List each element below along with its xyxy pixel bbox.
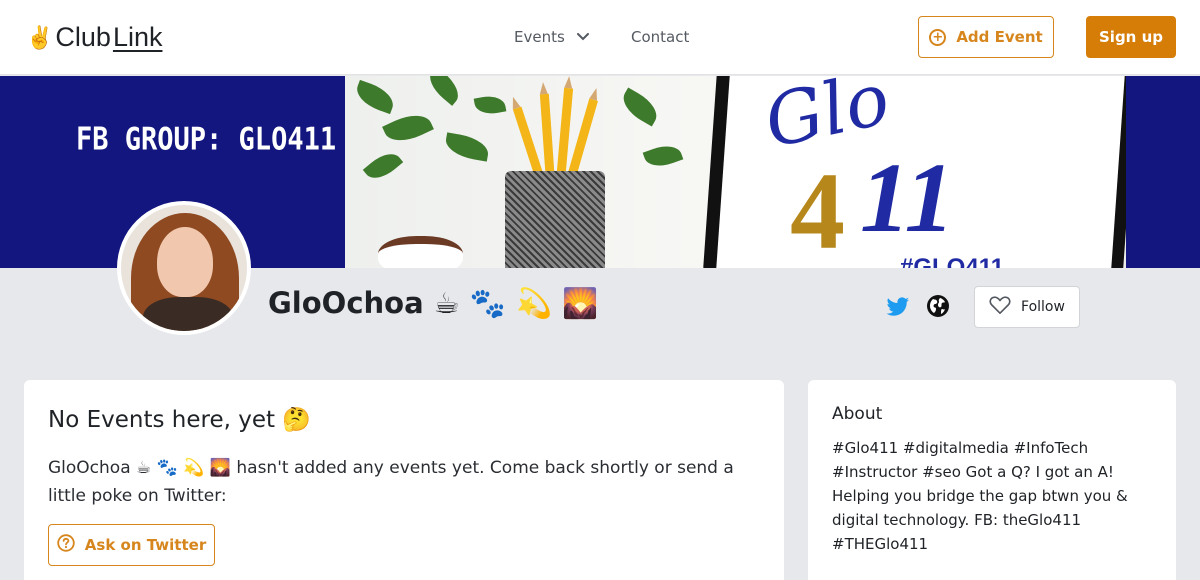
add-event-button[interactable]: + Add Event	[918, 16, 1054, 58]
victory-hand-icon: ✌️	[26, 24, 54, 50]
plant-leaf	[617, 87, 663, 127]
banner-photo: Glo 4 11 #GLO411	[345, 76, 1126, 268]
plus-circle-icon: +	[929, 28, 947, 46]
logo-link-text: Link	[112, 22, 163, 52]
about-card: About #Glo411 #digitalmedia #InfoTech #I…	[808, 380, 1176, 580]
ask-on-twitter-button[interactable]: Ask on Twitter	[48, 524, 215, 566]
events-menu-label: Events	[514, 28, 565, 46]
screen-digit-4: 4	[790, 150, 845, 268]
avatar	[117, 201, 251, 335]
heart-icon	[989, 295, 1011, 319]
avatar-shirt	[143, 297, 233, 331]
sign-up-button[interactable]: Sign up	[1086, 16, 1176, 58]
globe-icon[interactable]	[926, 294, 950, 318]
about-text: #Glo411 #digitalmedia #InfoTech #Instruc…	[832, 439, 1128, 553]
follow-button[interactable]: Follow	[974, 286, 1080, 328]
avatar-photo	[121, 205, 247, 331]
follow-label: Follow	[1021, 299, 1065, 315]
twitter-icon[interactable]	[886, 295, 910, 319]
screen-digits-11: 11	[860, 142, 955, 253]
about-title: About	[832, 404, 883, 424]
ask-on-twitter-label: Ask on Twitter	[84, 536, 207, 554]
logo-club-text: Club	[55, 22, 111, 52]
plant-leaf	[362, 146, 404, 186]
top-nav: ✌️ Club Link Events Contact + Add Event S…	[0, 0, 1200, 75]
banner-fb-group-text: FB GROUP: GLO411	[76, 121, 337, 158]
avatar-face	[157, 227, 213, 297]
plant-leaf	[423, 76, 465, 106]
events-menu[interactable]: Events	[514, 28, 589, 46]
question-circle-icon	[57, 534, 75, 556]
plant-leaf	[473, 93, 507, 117]
screen-hashtag: #GLO411	[900, 254, 1005, 268]
events-card: No Events here, yet 🤔 GloOchoa ☕ 🐾 💫 🌄 h…	[24, 380, 784, 580]
contact-link[interactable]: Contact	[631, 28, 689, 46]
pencil-holder	[505, 171, 605, 268]
plant-leaf	[443, 132, 491, 162]
plant-leaf	[642, 140, 684, 172]
chevron-down-icon	[576, 30, 589, 44]
coffee-cup	[378, 236, 463, 268]
profile-name: GloOchoa ☕ 🐾 💫 🌄	[268, 286, 599, 320]
events-empty-title: No Events here, yet 🤔	[48, 407, 311, 433]
add-event-label: Add Event	[956, 28, 1043, 46]
clublink-logo[interactable]: ✌️ Club Link	[26, 22, 162, 53]
events-empty-message: GloOchoa ☕ 🐾 💫 🌄 hasn't added any events…	[48, 458, 734, 506]
plant-leaf	[352, 79, 398, 115]
